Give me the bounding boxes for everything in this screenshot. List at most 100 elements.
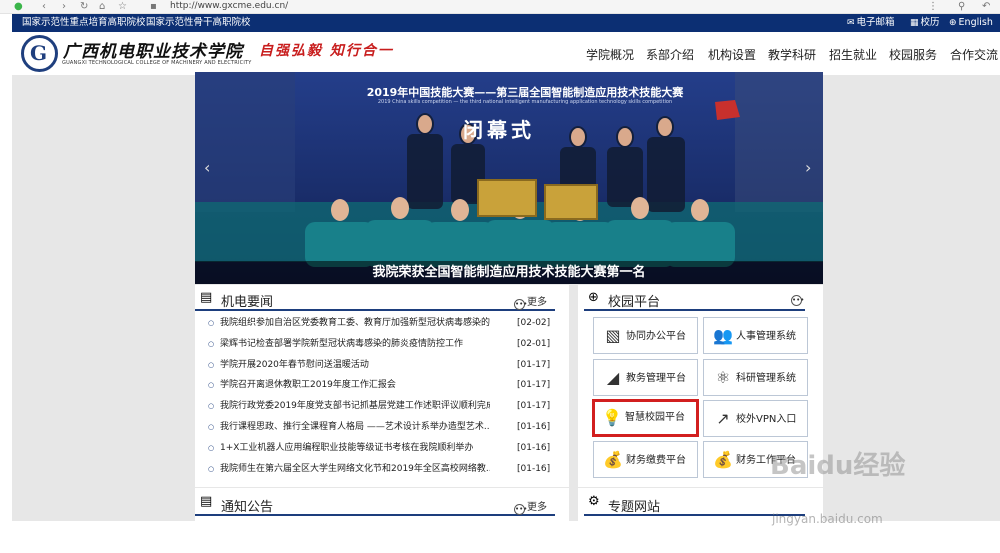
news-item-title[interactable]: 我院行政党委2019年度党支部书记抓基层党建工作述职评议顺利完成 xyxy=(220,399,490,414)
news-item-title[interactable]: 1+X工业机器人应用编程职业技能等级证书考核在我院顺利举办 xyxy=(220,441,490,456)
topics-gear-icon: ⚙ xyxy=(588,494,600,509)
news-item-date: [01-16] xyxy=(517,443,551,453)
platform-title: 校园平台 xyxy=(608,295,661,310)
email-label: 电子邮箱 xyxy=(856,17,895,28)
more-icon: ••• xyxy=(791,295,805,306)
nav-campus-services[interactable]: 校园服务 xyxy=(889,46,937,63)
tile-label: 协同办公平台 xyxy=(626,331,686,342)
email-link[interactable]: ✉ 电子邮箱 xyxy=(847,14,895,32)
school-logo[interactable]: G xyxy=(21,35,58,72)
notice-more-link[interactable]: •••更多 xyxy=(514,498,547,515)
forward-icon[interactable]: › xyxy=(62,1,66,12)
more-icon: ••• xyxy=(514,299,528,310)
globe-icon: ⊕ xyxy=(949,18,957,28)
site-header: G 广西机电职业技术学院 GUANGXI TECHNOLOGICAL COLLE… xyxy=(12,32,1000,75)
tile-label: 智慧校园平台 xyxy=(625,412,685,423)
tile-vpn[interactable]: ↗ 校外VPN入口 xyxy=(703,400,808,437)
site-icon: ▪ xyxy=(150,1,157,12)
bullet-icon: ○ xyxy=(208,340,215,348)
more-icon: ••• xyxy=(514,504,528,515)
news-item[interactable]: ○ 我院师生在第六届全区大学生网络文化节和2019年全区高校网络教... [01-1… xyxy=(208,462,550,477)
refresh-icon[interactable]: ↻ xyxy=(80,1,88,12)
top-bar: 国家示范性重点培育高职院校 国家示范性骨干高职院校 ✉ 电子邮箱 ▦ 校历 ⊕ Eng… xyxy=(12,14,1000,32)
bullet-icon: ○ xyxy=(208,381,215,389)
nav-teaching[interactable]: 教学科研 xyxy=(768,46,816,63)
notice-title[interactable]: 通知公告 xyxy=(221,496,273,515)
nav-admissions[interactable]: 招生就业 xyxy=(829,46,877,63)
tile-collaborative-office[interactable]: ▧ 协同办公平台 xyxy=(593,317,698,354)
bullet-icon: ○ xyxy=(208,402,215,410)
undo-icon[interactable]: ↶ xyxy=(982,1,990,12)
notice-list-icon: ▤ xyxy=(200,494,213,509)
news-item-title[interactable]: 我院师生在第六届全区大学生网络文化节和2019年全区高校网络教... xyxy=(220,462,490,477)
top-link-key-college[interactable]: 国家示范性重点培育高职院校 xyxy=(22,14,146,32)
news-title[interactable]: 机电要闻 xyxy=(221,291,273,310)
bullet-icon: ○ xyxy=(208,361,215,369)
tile-label: 科研管理系统 xyxy=(736,373,796,384)
address-bar[interactable]: http://www.gxcme.edu.cn/ xyxy=(170,1,288,12)
page-root: ● ‹ › ↻ ⌂ ☆ ▪ http://www.gxcme.edu.cn/ ⋮… xyxy=(0,0,1000,553)
tile-academic-affairs[interactable]: ◢ 教务管理平台 xyxy=(593,359,698,396)
banner-caption[interactable]: 我院荣获全国智能制造应用技术技能大赛第一名 xyxy=(195,261,823,284)
atom-icon: ⚛ xyxy=(715,368,731,387)
news-item-date: [02-01] xyxy=(517,339,551,349)
tile-hr-system[interactable]: 👥 人事管理系统 xyxy=(703,317,808,354)
stage-banner-text: 2019年中国技能大赛——第三届全国智能制造应用技术技能大赛 xyxy=(366,86,684,99)
platform-title-underline xyxy=(584,309,805,311)
banner-carousel[interactable]: 2019年中国技能大赛——第三届全国智能制造应用技术技能大赛 2019 Chin… xyxy=(195,72,823,284)
ruler-icon: ◢ xyxy=(606,368,620,387)
people-icon: 👥 xyxy=(713,326,733,345)
news-item-date: [01-17] xyxy=(517,360,551,370)
news-item-date: [02-02] xyxy=(517,318,551,328)
news-item[interactable]: ○ 我行课程思政、推行全课程育人格局 ——艺术设计系举办造型艺术... [01-16… xyxy=(208,420,550,435)
news-more-link[interactable]: •••更多 xyxy=(514,293,547,310)
money-bag-icon: 💰 xyxy=(713,450,733,469)
school-name-en: GUANGXI TECHNOLOGICAL COLLEGE OF MACHINE… xyxy=(62,60,252,66)
tile-finance-payment[interactable]: 💰 财务缴费平台 xyxy=(593,441,698,478)
nav-cooperation[interactable]: 合作交流 xyxy=(950,46,998,63)
news-item-title[interactable]: 学院召开离退休教职工2019年度工作汇报会 xyxy=(220,378,490,393)
calendar-link[interactable]: ▦ 校历 xyxy=(910,14,940,32)
platform-more-link[interactable]: ••• xyxy=(791,293,804,306)
tile-label: 人事管理系统 xyxy=(736,331,796,342)
news-item[interactable]: ○ 1+X工业机器人应用编程职业技能等级证书考核在我院顺利举办 [01-16] xyxy=(208,441,550,456)
nav-organization[interactable]: 机构设置 xyxy=(708,46,756,63)
news-item[interactable]: ○ 我院组织参加自治区党委教育工委、教育厅加强新型冠状病毒感染的肺 [02-02] xyxy=(208,316,550,331)
menu-icon[interactable]: ⋮ xyxy=(928,1,938,12)
trend-icon: ↗ xyxy=(716,409,730,428)
banner-next-arrow[interactable]: › xyxy=(805,158,811,177)
news-item-title[interactable]: 梁辉书记检查部署学院新型冠状病毒感染的肺炎疫情防控工作 xyxy=(220,337,490,352)
news-item[interactable]: ○ 梁辉书记检查部署学院新型冠状病毒感染的肺炎疫情防控工作 [02-01] xyxy=(208,337,550,352)
news-item[interactable]: ○ 学院开展2020年春节慰问送温暖活动 [01-17] xyxy=(208,358,550,373)
tile-research-system[interactable]: ⚛ 科研管理系统 xyxy=(703,359,808,396)
news-item-title[interactable]: 学院开展2020年春节慰问送温暖活动 xyxy=(220,358,490,373)
news-more-label: 更多 xyxy=(527,297,547,308)
mail-icon: ✉ xyxy=(847,18,855,28)
news-list-icon: ▤ xyxy=(200,290,213,305)
news-item-title[interactable]: 我行课程思政、推行全课程育人格局 ——艺术设计系举办造型艺术... xyxy=(220,420,490,435)
extension-icon[interactable]: ⚲ xyxy=(958,1,965,12)
top-link-backbone-college[interactable]: 国家示范性骨干高职院校 xyxy=(146,14,251,32)
baidu-watermark-url: jingyan.baidu.com xyxy=(772,512,883,526)
baidu-watermark: Baidu经验 xyxy=(770,451,906,481)
nav-about[interactable]: 学院概况 xyxy=(586,46,634,63)
english-link[interactable]: ⊕ English xyxy=(949,14,993,32)
nav-departments[interactable]: 系部介绍 xyxy=(646,46,694,63)
notice-title-underline xyxy=(195,514,555,516)
news-item[interactable]: ○ 我院行政党委2019年度党支部书记抓基层党建工作述职评议顺利完成 [01-17] xyxy=(208,399,550,414)
bookmark-star-icon[interactable]: ☆ xyxy=(118,1,127,12)
banner-prev-arrow[interactable]: ‹ xyxy=(204,158,210,177)
tile-label: 校外VPN入口 xyxy=(736,414,797,425)
news-item[interactable]: ○ 学院召开离退休教职工2019年度工作汇报会 [01-17] xyxy=(208,378,550,393)
back-icon[interactable]: ‹ xyxy=(42,1,46,12)
tile-smart-campus[interactable]: 💡 智慧校园平台 xyxy=(592,399,699,437)
topics-title[interactable]: 专题网站 xyxy=(608,496,660,515)
bullet-icon: ○ xyxy=(208,423,215,431)
document-icon: ▧ xyxy=(605,326,621,345)
school-motto: 自强弘毅 知行合一 xyxy=(259,43,394,59)
lightbulb-icon: 💡 xyxy=(602,408,622,427)
stage-banner-subtext: 2019 China skills competition — the thir… xyxy=(377,99,673,105)
news-item-title[interactable]: 我院组织参加自治区党委教育工委、教育厅加强新型冠状病毒感染的肺 xyxy=(220,316,490,331)
browser-toolbar: ● ‹ › ↻ ⌂ ☆ ▪ http://www.gxcme.edu.cn/ ⋮… xyxy=(0,0,1000,14)
home-icon[interactable]: ⌂ xyxy=(99,1,105,12)
